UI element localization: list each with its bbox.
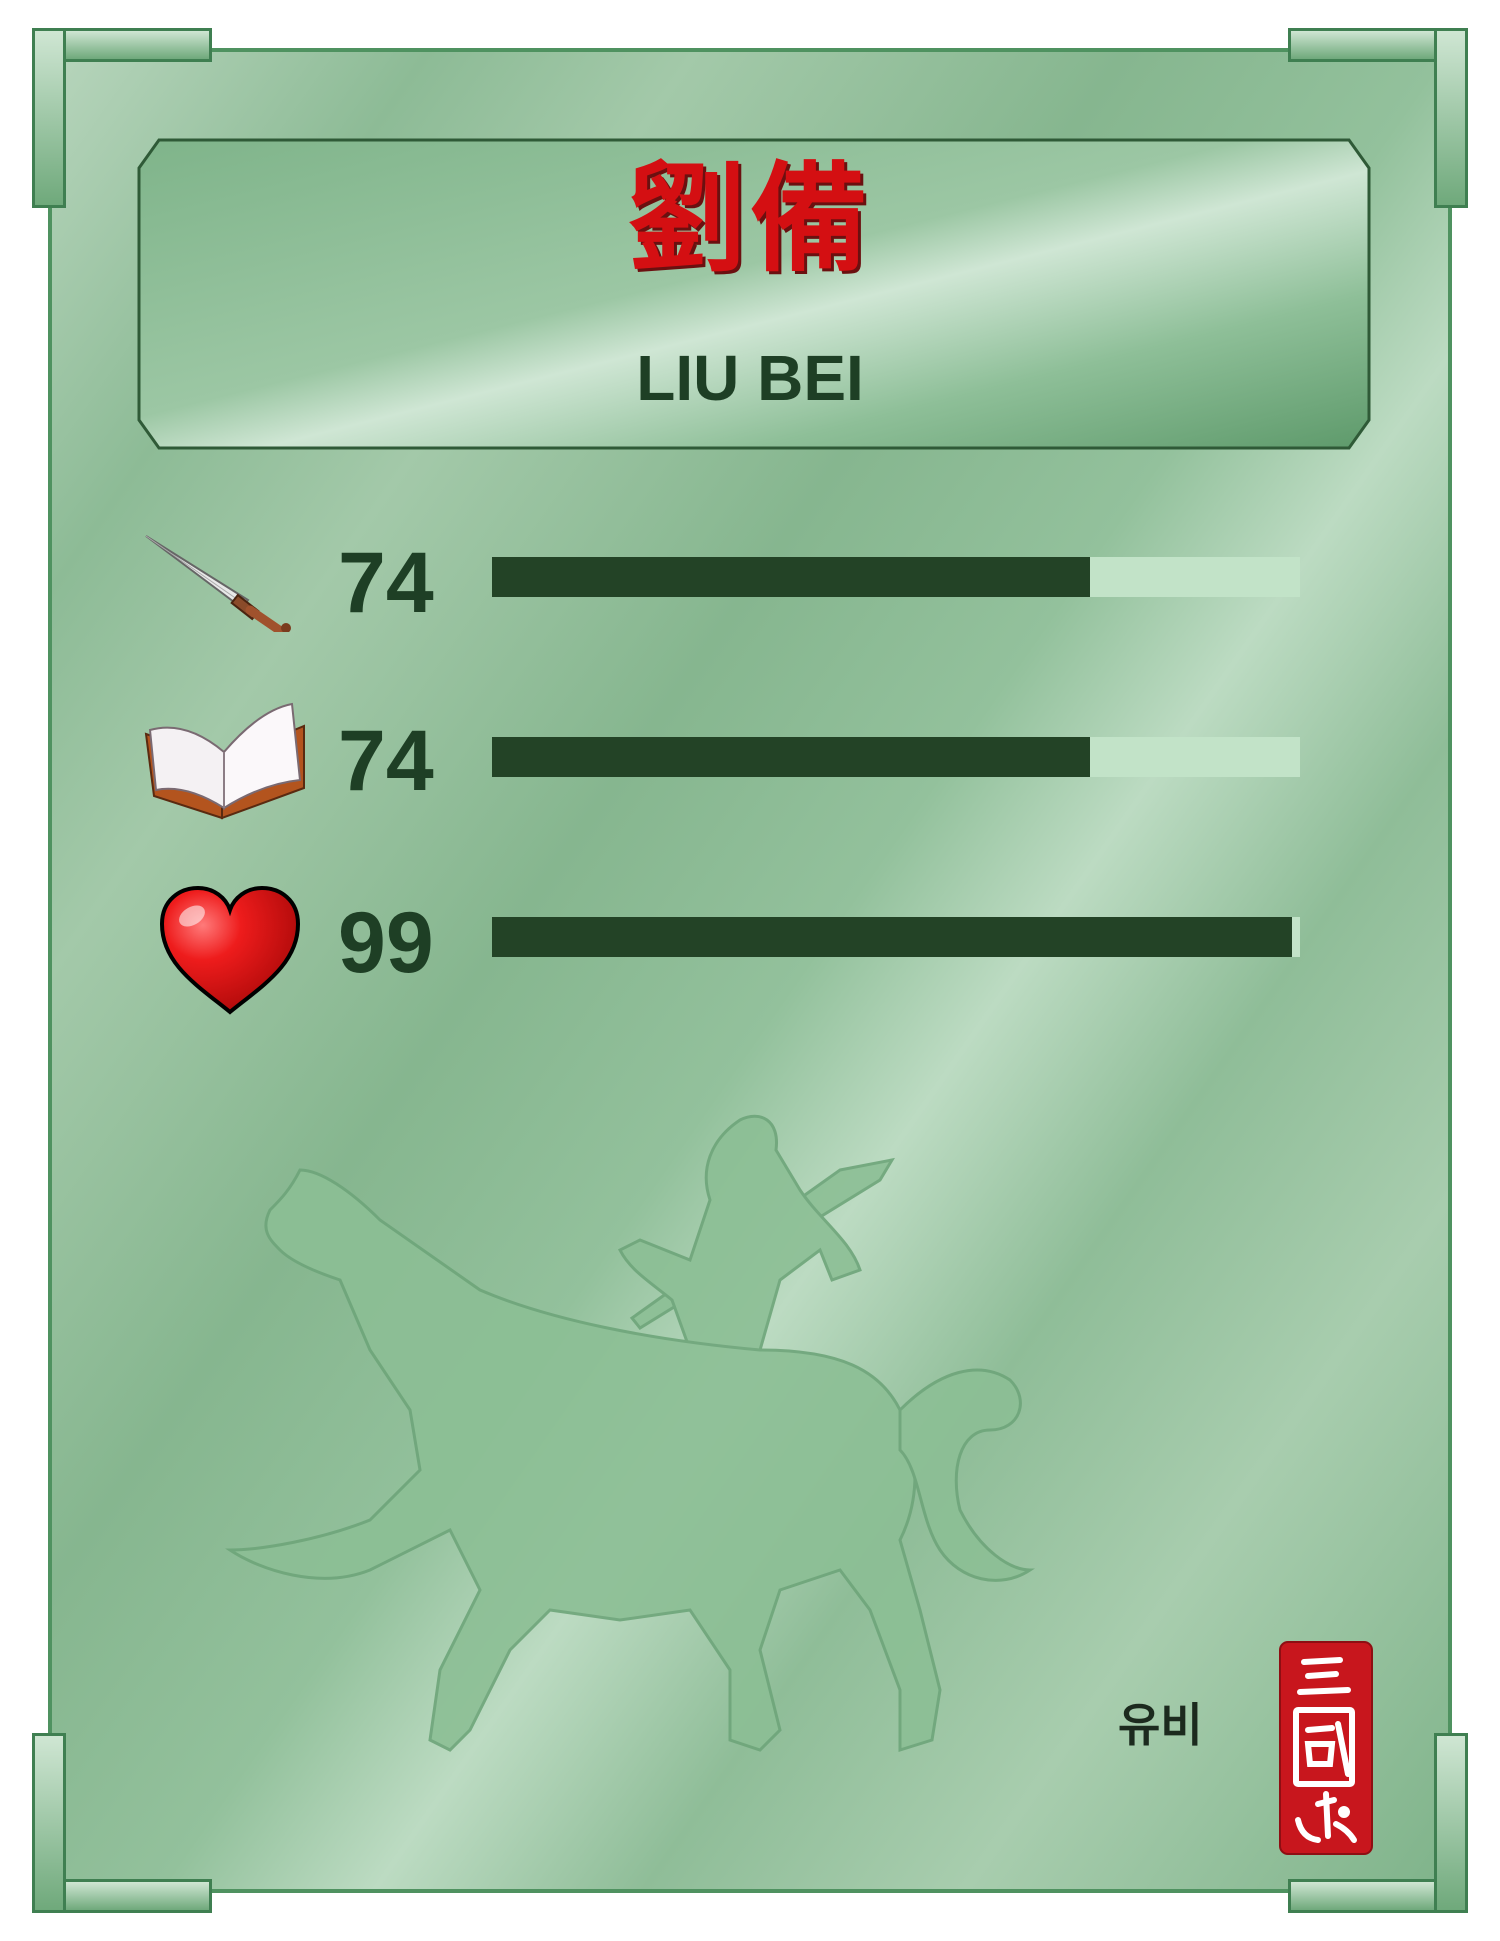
intelligence-bar-fill — [492, 737, 1090, 777]
character-name-chinese: 劉備 — [627, 150, 872, 288]
character-name-korean: 유비 — [1118, 1698, 1203, 1752]
intelligence-bar — [492, 737, 1300, 777]
health-bar — [492, 917, 1300, 957]
character-name-english: LIU BEI — [636, 342, 864, 414]
health-value: 99 — [338, 895, 434, 991]
horse-rider-emblem — [220, 1050, 1140, 1834]
health-bar-fill — [492, 917, 1292, 957]
strength-value: 74 — [338, 535, 434, 631]
book-icon — [140, 700, 310, 824]
three-kingdoms-seal — [1278, 1640, 1374, 1856]
strength-bar — [492, 557, 1300, 597]
corner-ornament-bottom-left — [32, 1733, 212, 1913]
intelligence-value: 74 — [338, 713, 434, 809]
sword-icon — [140, 532, 300, 637]
strength-bar-fill — [492, 557, 1090, 597]
heart-icon — [158, 884, 302, 1022]
